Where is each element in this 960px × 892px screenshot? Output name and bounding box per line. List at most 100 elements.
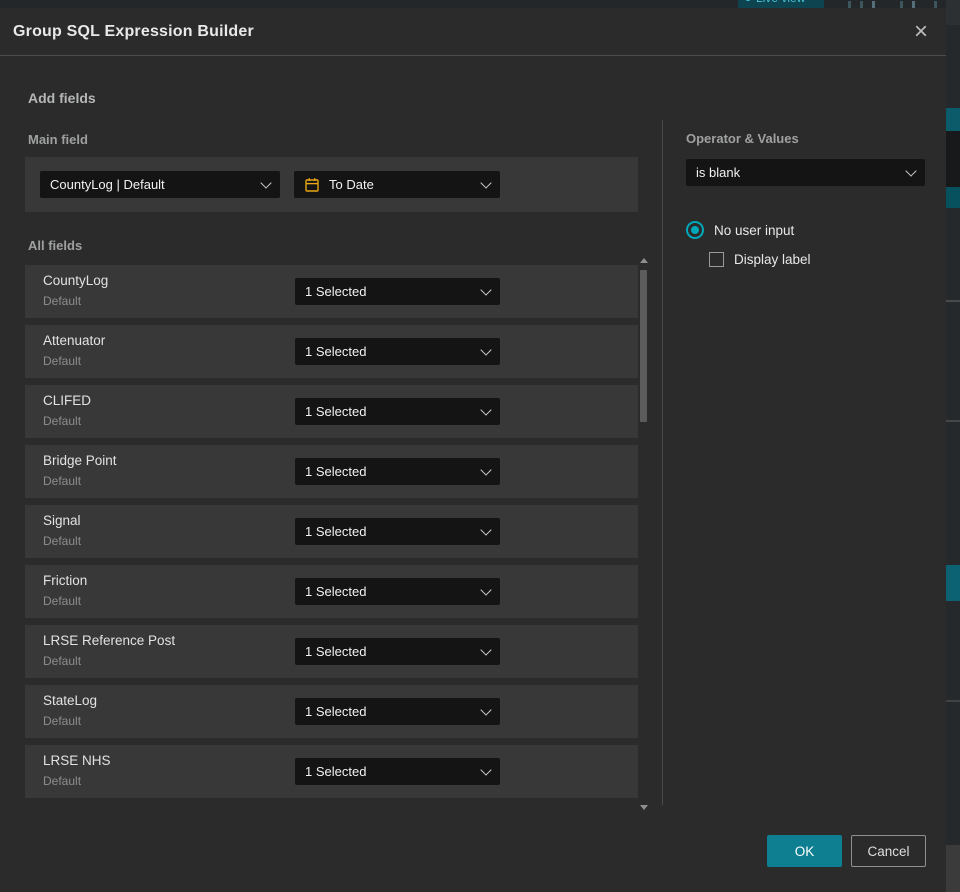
field-selection-select[interactable]: 1 Selected [295,518,500,545]
field-name: Signal [43,513,81,528]
strip-line [946,700,960,702]
toolbar-icon-fragment [934,1,937,8]
field-selection-select[interactable]: 1 Selected [295,758,500,785]
section-divider [662,120,663,805]
display-label-text[interactable]: Display label [734,252,811,267]
field-variant: Default [43,774,82,788]
background-app-strip [946,0,960,892]
field-row: Bridge Point Default 1 Selected [25,445,638,498]
toolbar-icon-fragment [848,1,851,8]
field-row: LRSE NHS Default 1 Selected [25,745,638,798]
main-field-type-select[interactable]: To Date [294,171,500,198]
strip-block [946,187,960,208]
chevron-down-icon [480,463,492,476]
chevron-down-icon [905,164,917,177]
toolbar-icon-fragment [860,1,863,8]
scroll-down-icon[interactable] [640,805,648,810]
field-selection-value: 1 Selected [305,764,367,779]
operator-values-label: Operator & Values [686,131,799,146]
display-label-option[interactable]: Display label [709,252,811,267]
live-view-dot-icon [745,0,751,1]
field-variant: Default [43,594,82,608]
strip-block [946,131,960,187]
field-selection-select[interactable]: 1 Selected [295,338,500,365]
field-variant: Default [43,714,82,728]
display-label-checkbox[interactable] [709,252,724,267]
field-selection-value: 1 Selected [305,524,367,539]
operator-value: is blank [696,165,741,180]
field-variant: Default [43,414,82,428]
strip-block [946,845,960,892]
field-variant: Default [43,294,82,308]
chevron-down-icon [480,763,492,776]
all-fields-list: CountyLog Default 1 Selected Attenuator … [25,265,638,805]
field-variant: Default [43,534,82,548]
field-selection-select[interactable]: 1 Selected [295,458,500,485]
scroll-up-icon[interactable] [640,258,648,263]
field-variant: Default [43,654,82,668]
no-user-input-label[interactable]: No user input [714,223,794,238]
field-name: LRSE Reference Post [43,633,176,648]
scrollbar-thumb[interactable] [640,270,647,422]
field-row: CountyLog Default 1 Selected [25,265,638,318]
field-selection-value: 1 Selected [305,584,367,599]
strip-line [946,420,960,422]
all-fields-label: All fields [28,238,83,253]
chevron-down-icon [480,523,492,536]
field-name: Attenuator [43,333,106,348]
ok-button[interactable]: OK [767,835,842,867]
cancel-button[interactable]: Cancel [851,835,926,867]
background-app-topbar: Live view [0,0,946,8]
field-name: CountyLog [43,273,109,288]
field-selection-value: 1 Selected [305,404,367,419]
field-name: CLIFED [43,393,92,408]
field-selection-select[interactable]: 1 Selected [295,398,500,425]
chevron-down-icon [480,643,492,656]
add-fields-heading: Add fields [28,90,96,106]
field-name: StateLog [43,693,98,708]
live-view-button[interactable]: Live view [738,0,824,8]
dialog-title: Group SQL Expression Builder [13,22,254,40]
field-variant: Default [43,474,82,488]
toolbar-icon-fragment [872,1,875,8]
main-field-source-select[interactable]: CountyLog | Default [40,171,280,198]
field-row: Friction Default 1 Selected [25,565,638,618]
group-sql-expression-builder-dialog: Group SQL Expression Builder × Add field… [0,8,946,892]
no-user-input-radio[interactable] [686,221,704,239]
field-selection-select[interactable]: 1 Selected [295,698,500,725]
field-selection-select[interactable]: 1 Selected [295,638,500,665]
field-selection-value: 1 Selected [305,284,367,299]
field-selection-value: 1 Selected [305,464,367,479]
list-scrollbar [640,258,648,810]
field-row: Signal Default 1 Selected [25,505,638,558]
no-user-input-option[interactable]: No user input [686,221,794,239]
chevron-down-icon [260,176,272,189]
field-row: Attenuator Default 1 Selected [25,325,638,378]
strip-block [946,108,960,131]
chevron-down-icon [480,583,492,596]
field-selection-value: 1 Selected [305,344,367,359]
field-name: Friction [43,573,88,588]
main-field-panel: CountyLog | Default To Date [25,157,638,212]
field-selection-value: 1 Selected [305,644,367,659]
chevron-down-icon [480,403,492,416]
dialog-header: Group SQL Expression Builder × [0,8,946,56]
field-selection-select[interactable]: 1 Selected [295,578,500,605]
field-row: CLIFED Default 1 Selected [25,385,638,438]
live-view-label: Live view [756,0,805,5]
chevron-down-icon [480,176,492,189]
chevron-down-icon [480,343,492,356]
chevron-down-icon [480,703,492,716]
field-selection-select[interactable]: 1 Selected [295,278,500,305]
dialog-footer: OK Cancel [767,835,926,867]
field-name: LRSE NHS [43,753,111,768]
operator-select[interactable]: is blank [686,159,925,186]
main-field-label: Main field [28,132,88,147]
field-row: StateLog Default 1 Selected [25,685,638,738]
toolbar-icon-fragment [912,1,915,8]
strip-block [946,0,960,25]
strip-block [946,565,960,601]
close-icon[interactable]: × [910,19,932,44]
field-row: LRSE Reference Post Default 1 Selected [25,625,638,678]
field-selection-value: 1 Selected [305,704,367,719]
